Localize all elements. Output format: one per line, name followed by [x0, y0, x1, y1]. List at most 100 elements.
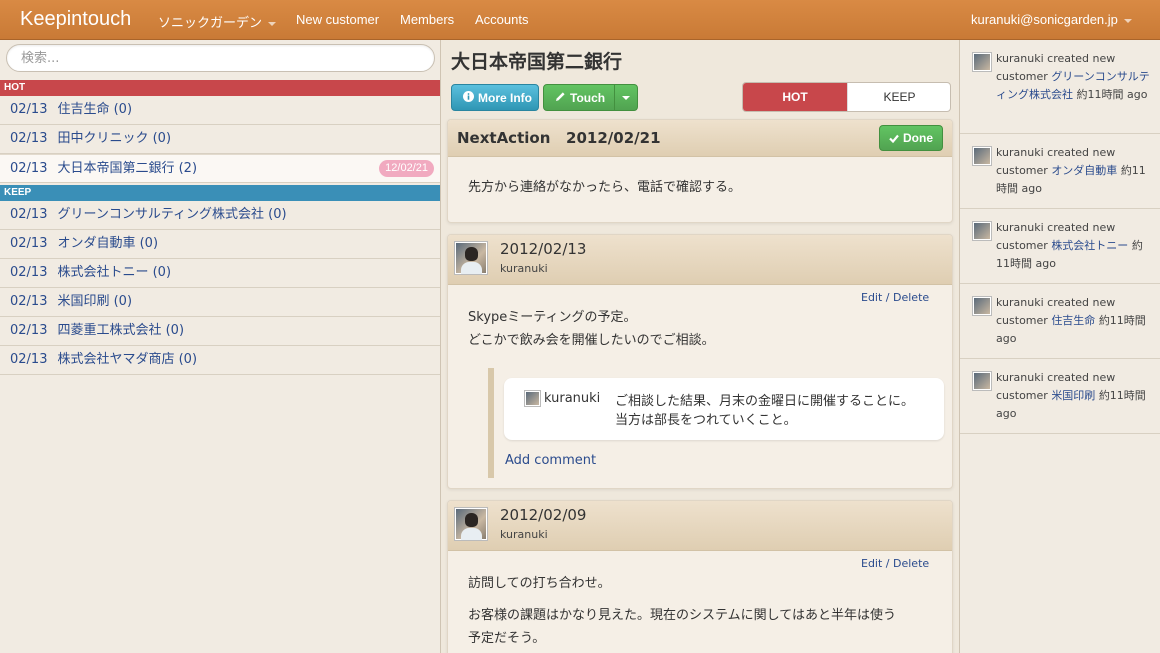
toggle-keep[interactable]: KEEP	[847, 83, 950, 111]
activity-item: kuranuki created new customer 住吉生命 約11時間…	[960, 284, 1160, 359]
activity-time: 約11時間 ago	[1076, 88, 1148, 101]
customer-list-item[interactable]: 02/13 株式会社トニー (0)	[0, 259, 440, 288]
item-name: 住吉生命 (0)	[57, 102, 133, 117]
info-icon	[463, 85, 474, 112]
brand-logo[interactable]: Keepintouch	[20, 8, 131, 31]
avatar	[973, 222, 991, 240]
item-name: オンダ自動車 (0)	[57, 236, 159, 251]
touch-label: Touch	[570, 91, 606, 105]
more-info-label: More Info	[478, 91, 532, 105]
customer-list-item[interactable]: 02/13 住吉生命 (0)	[0, 96, 440, 125]
item-name: 米国印刷 (0)	[57, 294, 133, 309]
entry-text-line: Skypeミーティングの予定。	[468, 310, 637, 325]
comment-user: kuranuki	[544, 391, 601, 406]
keep-section-header: KEEP	[0, 185, 440, 201]
activity-user: kuranuki	[996, 371, 1044, 384]
search-input[interactable]	[7, 45, 434, 71]
edit-delete-link[interactable]: Edit / Delete	[861, 557, 929, 570]
customer-list-item[interactable]: 02/13 米国印刷 (0)	[0, 288, 440, 317]
done-label: Done	[903, 131, 933, 145]
done-button[interactable]: Done	[879, 125, 943, 151]
entry-text-line: どこかで飲み会を開催したいのでご相談。	[468, 333, 715, 348]
activity-text: kuranuki created new customer 住吉生命 約11時間…	[996, 294, 1156, 348]
activity-user: kuranuki	[996, 52, 1044, 65]
next-action-badge: 12/02/21	[379, 160, 434, 177]
activity-user: kuranuki	[996, 146, 1044, 159]
customer-list-item[interactable]: 02/13 オンダ自動車 (0)	[0, 230, 440, 259]
activity-user: kuranuki	[996, 221, 1044, 234]
activity-customer-link[interactable]: 住吉生命	[1051, 314, 1095, 327]
nav-accounts[interactable]: Accounts	[475, 12, 528, 27]
activity-text: kuranuki created new customer グリーンコンサルティ…	[996, 50, 1156, 104]
entry-date: 2012/02/13	[500, 240, 587, 258]
item-name: 株式会社ヤマダ商店 (0)	[57, 352, 198, 367]
item-name: 四菱重工株式会社 (0)	[57, 323, 185, 338]
edit-delete-link[interactable]: Edit / Delete	[861, 291, 929, 304]
customer-title: 大日本帝国第二銀行	[451, 51, 623, 73]
avatar	[525, 391, 540, 406]
chevron-down-icon	[622, 96, 630, 100]
next-action-header: NextAction 2012/02/21 Done	[448, 120, 952, 157]
item-date: 02/13	[10, 323, 48, 338]
entry-date: 2012/02/09	[500, 506, 587, 524]
next-action-text: 先方から連絡がなかったら、電話で確認する。	[468, 180, 742, 195]
top-navbar: Keepintouch ソニックガーデン New customer Member…	[0, 0, 1160, 40]
nav-group-label: ソニックガーデン	[158, 15, 263, 30]
more-info-button[interactable]: More Info	[451, 84, 539, 111]
avatar	[973, 297, 991, 315]
activity-text: kuranuki created new customer 株式会社トニー 約1…	[996, 219, 1156, 273]
touch-button[interactable]: Touch	[543, 84, 615, 111]
item-name: 大日本帝国第二銀行 (2)	[57, 161, 198, 176]
toggle-hot[interactable]: HOT	[743, 83, 847, 111]
nav-group-dropdown[interactable]: ソニックガーデン	[158, 12, 277, 31]
item-name: 田中クリニック (0)	[57, 131, 172, 146]
item-date: 02/13	[10, 102, 48, 117]
add-comment-link[interactable]: Add comment	[505, 453, 596, 468]
check-icon	[889, 127, 899, 151]
entry-text-line: 訪問しての打ち合わせ。	[468, 576, 611, 591]
nav-new-customer[interactable]: New customer	[296, 12, 379, 27]
avatar	[973, 372, 991, 390]
activity-feed: kuranuki created new customer グリーンコンサルティ…	[959, 40, 1160, 653]
nav-members[interactable]: Members	[400, 12, 454, 27]
activity-user: kuranuki	[996, 296, 1044, 309]
hot-keep-toggle: HOT KEEP	[742, 82, 951, 112]
next-action-label: NextAction	[457, 129, 551, 147]
entry-text-line: お客様の課題はかなり見えた。現在のシステムに関してはあと半年は使う	[468, 608, 896, 623]
customer-sidebar: HOT 02/13 住吉生命 (0) 02/13 田中クリニック (0) 02/13 大日…	[0, 40, 441, 653]
next-action-title: NextAction 2012/02/21	[457, 129, 661, 147]
touch-entry: 2012/02/13 kuranuki Edit / Delete Skypeミ…	[447, 234, 953, 489]
customer-detail: 大日本帝国第二銀行 More Info Touch HOT KEEP NextA…	[441, 40, 959, 653]
customer-list-item[interactable]: 02/13 田中クリニック (0)	[0, 125, 440, 154]
activity-customer-link[interactable]: オンダ自動車	[1051, 164, 1117, 177]
comment-text-line: ご相談した結果、月末の金曜日に開催することに。	[615, 394, 915, 409]
hot-section-header: HOT	[0, 80, 440, 96]
item-date: 02/13	[10, 265, 48, 280]
activity-customer-link[interactable]: 株式会社トニー	[1051, 239, 1128, 252]
touch-dropdown-toggle[interactable]	[614, 84, 638, 111]
pencil-icon	[555, 85, 566, 112]
avatar	[455, 242, 487, 274]
chevron-down-icon	[268, 21, 277, 26]
item-date: 02/13	[10, 161, 48, 176]
comment-text-line: 当方は部長をつれていくこと。	[615, 413, 797, 428]
next-action-date: 2012/02/21	[566, 129, 661, 147]
activity-item: kuranuki created new customer オンダ自動車 約11…	[960, 134, 1160, 209]
item-name: グリーンコンサルティング株式会社 (0)	[57, 207, 287, 222]
activity-text: kuranuki created new customer オンダ自動車 約11…	[996, 144, 1156, 198]
item-date: 02/13	[10, 131, 48, 146]
activity-item: kuranuki created new customer グリーンコンサルティ…	[960, 40, 1160, 134]
item-date: 02/13	[10, 352, 48, 367]
customer-list-item[interactable]: 02/13 大日本帝国第二銀行 (2) 12/02/21	[0, 154, 440, 183]
item-date: 02/13	[10, 207, 48, 222]
customer-list-item[interactable]: 02/13 株式会社ヤマダ商店 (0)	[0, 346, 440, 375]
chevron-down-icon	[1123, 18, 1132, 23]
customer-list-item[interactable]: 02/13 四菱重工株式会社 (0)	[0, 317, 440, 346]
user-menu-dropdown[interactable]: kuranuki@sonicgarden.jp	[971, 12, 1132, 27]
avatar	[455, 508, 487, 540]
customer-list-item[interactable]: 02/13 グリーンコンサルティング株式会社 (0)	[0, 201, 440, 230]
comment-thread-bar	[488, 368, 494, 478]
activity-text: kuranuki created new customer 米国印刷 約11時間…	[996, 369, 1156, 423]
activity-customer-link[interactable]: 米国印刷	[1051, 389, 1095, 402]
comment-bubble: kuranuki ご相談した結果、月末の金曜日に開催することに。 当方は部長をつ…	[504, 378, 944, 440]
